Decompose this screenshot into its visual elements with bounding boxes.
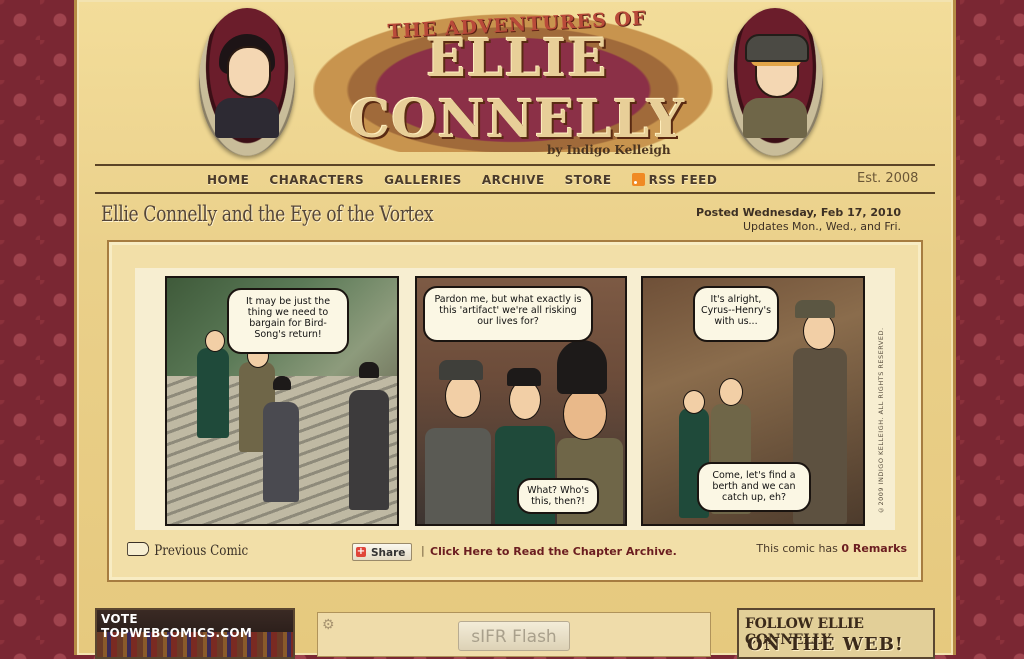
site-logo[interactable]: ELLIE CONNELLY	[327, 28, 707, 150]
separator: |	[421, 544, 425, 557]
character-henry	[425, 428, 491, 524]
hat-shape	[507, 368, 541, 386]
nav-archive[interactable]: ARCHIVE	[482, 170, 545, 190]
nav-characters[interactable]: CHARACTERS	[269, 170, 364, 190]
character-ellie	[197, 348, 229, 438]
face-shape	[227, 46, 271, 98]
follow-line-2: ON THE WEB!	[747, 634, 904, 655]
rss-label: RSS FEED	[648, 173, 718, 187]
established-note: Est. 2008	[857, 171, 919, 186]
vote-topwebcomics-banner[interactable]: VOTE TOPWEBCOMICS.COM	[95, 608, 295, 659]
hat-shape	[795, 300, 835, 318]
nav-top-rule	[95, 164, 935, 166]
share-label: Share	[371, 547, 406, 559]
sifr-flash-button[interactable]: sIFR Flash	[458, 621, 570, 651]
pointing-hand-icon	[127, 542, 150, 556]
hat-shape	[439, 360, 483, 380]
comic-box: It may be just the thing we need to barg…	[107, 240, 923, 582]
hat-shape	[745, 34, 809, 62]
comic-strip[interactable]: It may be just the thing we need to barg…	[135, 268, 895, 530]
rss-icon	[631, 173, 645, 186]
ellie-portrait	[199, 8, 295, 156]
chapter-archive-link[interactable]: Click Here to Read the Chapter Archive.	[430, 545, 677, 558]
main-nav: HOME CHARACTERS GALLERIES ARCHIVE STORE …	[207, 170, 737, 190]
nav-rss-feed[interactable]: RSS FEED	[631, 170, 718, 190]
byline: by Indigo Kelleigh	[547, 143, 671, 157]
share-button[interactable]: + Share	[352, 543, 412, 561]
speech-bubble: It's alright, Cyrus--Henry's with us...	[693, 286, 779, 342]
character-head	[683, 390, 705, 414]
previous-comic-link[interactable]: Previous Comic	[127, 542, 248, 559]
character-head	[719, 378, 743, 406]
comic-panel-2: Pardon me, but what exactly is this 'art…	[415, 276, 627, 526]
post-date: Posted Wednesday, Feb 17, 2010 Updates M…	[696, 206, 901, 234]
character-head	[563, 388, 607, 440]
body-shape	[215, 98, 279, 138]
remarks-prefix: This comic has	[756, 542, 842, 555]
previous-comic-label: Previous Comic	[154, 543, 249, 559]
hat-shape	[557, 340, 607, 394]
speech-bubble: Pardon me, but what exactly is this 'art…	[423, 286, 593, 342]
speech-bubble: It may be just the thing we need to barg…	[227, 288, 349, 354]
comic-panel-1: It may be just the thing we need to barg…	[165, 276, 399, 526]
hat-shape	[273, 376, 291, 390]
speech-bubble: Come, let's find a berth and we can catc…	[697, 462, 811, 512]
comic-footer: Previous Comic + Share | Click Here to Re…	[109, 540, 921, 564]
nav-store[interactable]: STORE	[565, 170, 612, 190]
vote-text: VOTE TOPWEBCOMICS.COM	[101, 612, 253, 640]
nav-home[interactable]: HOME	[207, 170, 249, 190]
character-head	[445, 374, 481, 418]
remarks-link[interactable]: 0 Remarks	[841, 542, 907, 555]
remarks-count: This comic has 0 Remarks	[756, 542, 907, 555]
plus-icon: +	[356, 546, 366, 557]
comic-title: Ellie Connelly and the Eye of the Vortex	[101, 202, 434, 226]
henry-portrait	[727, 8, 823, 156]
character-head	[205, 330, 225, 352]
follow-banner[interactable]: FOLLOW ELLIE CONNELLY ON THE WEB!	[737, 608, 935, 659]
flash-placeholder: ⚙ sIFR Flash	[317, 612, 711, 657]
hat-shape	[359, 362, 379, 378]
page-container: THE ADVENTURES OF ELLIE CONNELLY by Indi…	[74, 0, 956, 659]
character-head	[509, 380, 541, 420]
character-back	[349, 390, 389, 510]
update-schedule: Updates Mon., Wed., and Fri.	[742, 220, 901, 233]
comic-panel-3: It's alright, Cyrus--Henry's with us... …	[641, 276, 865, 526]
nav-galleries[interactable]: GALLERIES	[384, 170, 462, 190]
gear-icon: ⚙	[322, 617, 335, 633]
posted-date: Posted Wednesday, Feb 17, 2010	[696, 206, 901, 219]
copyright-notice: ©2009 INDIGO KELLEIGH. ALL RIGHTS RESERV…	[877, 327, 885, 514]
body-shape	[743, 98, 807, 138]
character-man	[263, 402, 299, 502]
nav-bottom-rule	[95, 192, 935, 194]
speech-bubble: What? Who's this, then?!	[517, 478, 599, 514]
